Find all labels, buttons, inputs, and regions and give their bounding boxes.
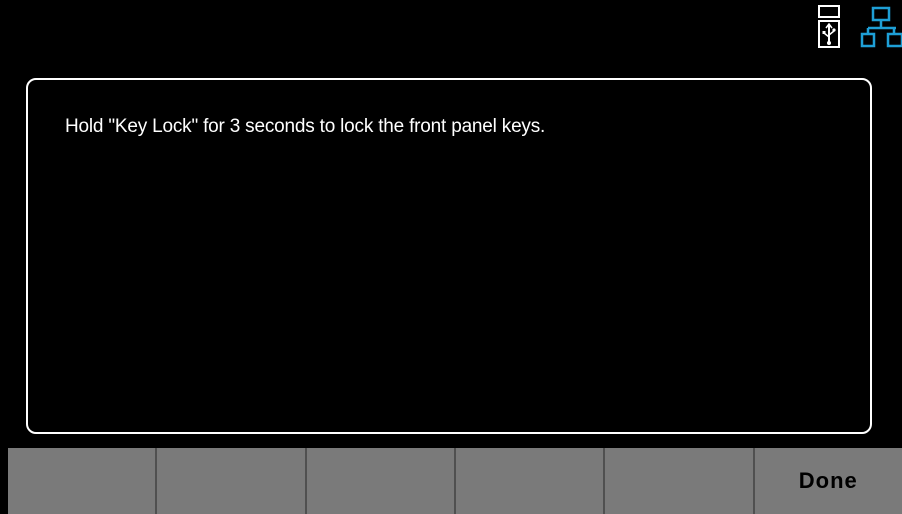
message-dialog: Hold "Key Lock" for 3 seconds to lock th… xyxy=(26,78,872,434)
softkey-5[interactable] xyxy=(605,448,755,514)
usb-storage-icon xyxy=(815,5,843,49)
dialog-message: Hold "Key Lock" for 3 seconds to lock th… xyxy=(65,116,546,137)
softkey-4[interactable] xyxy=(455,448,606,514)
softkey-bar: Done xyxy=(8,448,902,514)
done-button[interactable]: Done xyxy=(754,448,902,514)
softkey-3[interactable] xyxy=(306,448,456,514)
softkey-1[interactable] xyxy=(8,448,158,514)
lan-network-icon xyxy=(860,6,902,50)
softkey-2[interactable] xyxy=(157,448,307,514)
status-bar xyxy=(0,0,902,70)
